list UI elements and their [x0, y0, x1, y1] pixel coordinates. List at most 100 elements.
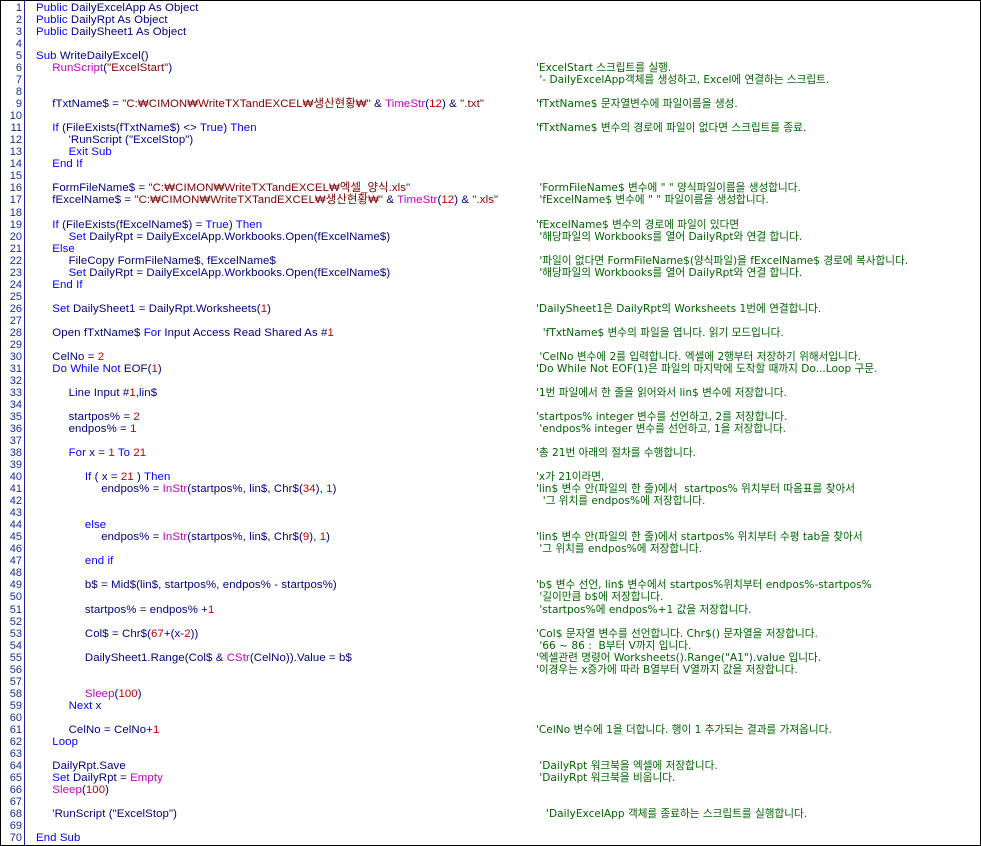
line-number: 4: [15, 38, 22, 51]
line-number: 6: [15, 62, 22, 75]
code-token: 1: [207, 603, 215, 616]
code-line: 34: [1, 399, 980, 411]
line-number: 54: [9, 639, 22, 652]
code-token: DailyRpt =: [69, 771, 131, 784]
line-number: 1: [15, 2, 22, 14]
code-line: 58 Sleep(100): [1, 688, 980, 700]
line-number: 46: [9, 543, 22, 556]
code-token: (FileExists(fExcelName$) =: [58, 218, 206, 231]
line-number: 53: [9, 627, 22, 640]
code-token: 67: [150, 627, 164, 640]
code-text: FileCopy FormFileName$, fExcelName$: [69, 255, 276, 267]
code-line: 65 Set DailyRpt = Empty 'DailyRpt 워크북을 비웁…: [1, 772, 980, 784]
code-line: 9 fTxtName$ = "C:₩CIMON₩WriteTXTandEXCEL₩…: [1, 98, 980, 110]
code-comment: 'fTxtName$ 변수의 파일을 엽니다. 읽기 모드입니다.: [536, 326, 784, 339]
code-comment: 'CelNo 변수에 1을 더합니다. 행이 1 추가되는 결과를 가져옵니다.: [536, 723, 832, 736]
code-comment: 'x가 21이라면,: [536, 471, 605, 484]
code-token: ): [326, 531, 331, 544]
code-token: 34: [302, 483, 316, 496]
line-number: 5: [15, 50, 22, 63]
code-token: Line Input #: [68, 386, 130, 399]
code-editor[interactable]: 1 Public DailyExcelApp As Object 2 Public D…: [0, 0, 981, 846]
code-line: 20 Set DailyRpt = DailyExcelApp.Workbooks…: [1, 231, 980, 243]
code-comment: 'ExcelStart 스크립트를 실행.: [536, 62, 672, 75]
code-token: For: [68, 447, 86, 460]
code-line: 55 DailySheet1.Range(Col$ & CStr(CelNo)).…: [1, 652, 980, 664]
code-line: 7 '- DailyExcelApp객체를 생성하고, Excel에 연결하는 …: [1, 74, 980, 86]
code-text: Set DailyRpt = DailyExcelApp.Workbooks.O…: [69, 231, 391, 243]
line-number: 38: [9, 447, 22, 460]
line-number: 28: [9, 326, 22, 339]
code-token: Sub: [36, 50, 57, 63]
code-comment: 'FormFileName$ 변수에 " " 양식파일이름을 생성합니다.: [536, 182, 801, 195]
code-line: 41 endpos% = InStr(startpos%, lin$, Chr$(…: [1, 483, 980, 495]
line-number: 40: [9, 471, 22, 484]
code-line: 64 DailyRpt.Save 'DailyRpt 워크북을 엑셀에 저장합니다…: [1, 760, 980, 772]
code-line: 3 Public DailySheet1 As Object: [1, 26, 980, 38]
line-number: 65: [9, 771, 22, 784]
code-token: FormFileName$ =: [52, 182, 149, 195]
code-token: Sleep: [52, 783, 82, 796]
code-token: Empty: [130, 771, 163, 784]
code-line: 27: [1, 315, 980, 327]
code-comment: '그 위치를 endpos%에 저장합니다.: [536, 543, 702, 556]
code-token: ): [267, 302, 272, 315]
line-number: 12: [9, 134, 22, 147]
code-comment: 'lin$ 변수 안(파일의 한 줄)에서 startpos% 위치부터 따옴표…: [536, 483, 855, 496]
line-number: 69: [9, 820, 22, 833]
code-token: "C:₩CIMON₩WriteTXTandEXCEL₩엑셀_양식.xls": [148, 182, 411, 195]
code-line: 39: [1, 459, 980, 471]
code-text: fExcelName$ = "C:₩CIMON₩WriteTXTandEXCEL…: [52, 194, 498, 206]
code-line: 66 Sleep(100): [1, 784, 980, 796]
code-token: Loop: [52, 735, 79, 748]
code-token: ),: [315, 483, 327, 496]
code-line: 56 '이경우는 x증가에 따라 B열부터 V열까지 값을 저장합니다.: [1, 664, 980, 676]
code-text: Set DailyRpt = Empty: [52, 772, 163, 784]
code-text: Set DailySheet1 = DailyRpt.Worksheets(1): [52, 303, 271, 315]
code-token: 1: [130, 423, 137, 436]
code-token: Then: [144, 471, 171, 484]
code-text: If ( x = 21 ) Then: [85, 471, 171, 483]
code-token: RunScript: [52, 62, 104, 75]
line-number: 60: [9, 711, 22, 724]
code-line: 44 else: [1, 519, 980, 531]
code-line: 67: [1, 796, 980, 808]
code-token: ".xls": [472, 194, 499, 207]
line-number: 63: [9, 747, 22, 760]
code-comment: '파일이 없다면 FormFileName$(양식파일)을 fExcelName…: [536, 254, 909, 267]
code-line: 48: [1, 567, 980, 579]
code-comment: '그 위치를 endpos%에 저장합니다.: [536, 495, 706, 508]
code-token: Public: [36, 14, 68, 27]
code-token: 2: [133, 411, 140, 424]
line-number: 32: [9, 374, 22, 387]
code-token: &: [383, 194, 398, 207]
code-token: 1: [152, 723, 160, 736]
code-text: Col$ = Chr$(67+(x-2)): [85, 628, 199, 640]
code-token: ): [157, 362, 162, 375]
code-token: Set: [68, 266, 86, 279]
code-token: ): [228, 218, 236, 231]
code-token: endpos% =: [101, 531, 163, 544]
code-token: (startpos%, lin$, Chr$(: [187, 531, 303, 544]
code-line: 18: [1, 207, 980, 219]
code-token: x: [92, 699, 102, 712]
code-token: "C:₩CIMON₩WriteTXTandEXCEL₩생산현황₩": [122, 98, 371, 111]
code-line: 30 CelNo = 2 'CelNo 변수에 2를 입력합니다. 엑셀에 2행부…: [1, 351, 980, 363]
line-number: 62: [9, 735, 22, 748]
code-token: InStr: [162, 531, 188, 544]
line-number: 31: [9, 362, 22, 375]
code-token: DailyExcelApp As Object: [67, 2, 199, 14]
code-token: Public: [36, 2, 68, 14]
code-token: Next: [68, 699, 93, 712]
code-text: startpos% = 2: [69, 411, 140, 423]
line-number: 47: [9, 555, 22, 568]
code-text: Line Input #1,lin$: [69, 387, 158, 399]
code-line: 61 CelNo = CelNo+1 'CelNo 변수에 1을 더합니다. 행이 …: [1, 724, 980, 736]
code-text: CelNo = CelNo+1: [69, 724, 160, 736]
code-token: Then: [230, 122, 257, 135]
code-line: 22 FileCopy FormFileName$, fExcelName$ '파…: [1, 255, 980, 267]
line-number: 43: [9, 507, 22, 520]
line-number: 66: [9, 783, 22, 796]
code-line: 15: [1, 170, 980, 182]
code-line: 35 startpos% = 2 'startpos% integer 변수를 선언…: [1, 411, 980, 423]
